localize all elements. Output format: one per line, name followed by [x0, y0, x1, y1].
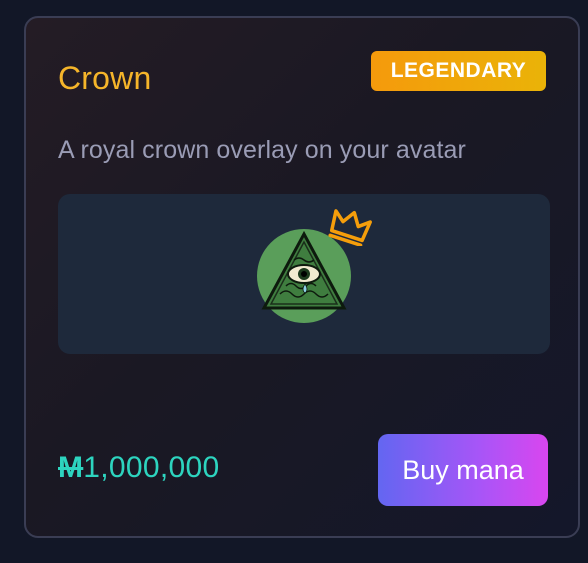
item-title: Crown: [58, 60, 152, 96]
buy-mana-button[interactable]: Buy mana: [378, 434, 548, 506]
item-preview: [58, 194, 550, 354]
item-description: A royal crown overlay on your avatar: [58, 136, 466, 164]
price-amount: 1,000,000: [83, 451, 220, 484]
item-price: M1,000,000: [58, 451, 219, 485]
crown-icon: [328, 206, 372, 247]
rarity-badge: LEGENDARY: [371, 51, 546, 91]
shop-item-card: Crown LEGENDARY A royal crown overlay on…: [24, 16, 580, 538]
mana-currency-icon: M: [58, 451, 84, 484]
